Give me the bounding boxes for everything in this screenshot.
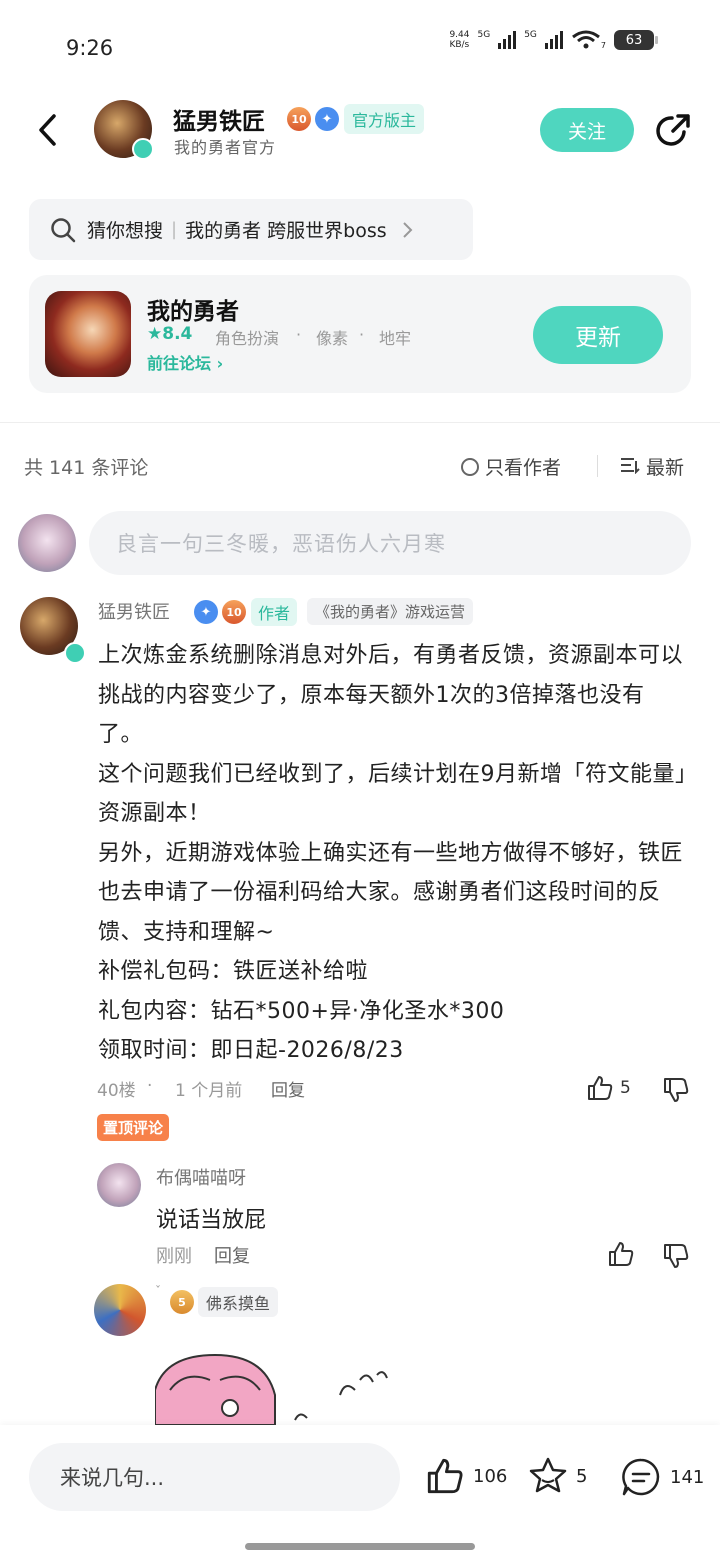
back-arrow-icon[interactable] <box>34 112 64 148</box>
network-speed: 9.44 KB/s <box>449 30 469 50</box>
signal-icon <box>498 31 517 49</box>
search-icon <box>51 217 76 242</box>
comment-input[interactable]: 良言一句三冬暖，恶语伤人六月寒 <box>89 511 691 575</box>
author-only-label: 只看作者 <box>485 457 562 479</box>
level-number: 10 <box>291 112 307 126</box>
status-time: 9:26 <box>66 36 114 60</box>
like-action[interactable]: 106 <box>425 1456 507 1496</box>
author-only-toggle[interactable]: 只看作者 <box>461 453 561 480</box>
medal-icon: ˇ <box>155 1284 161 1298</box>
wifi-icon <box>571 30 600 49</box>
meta-dot: · <box>147 1076 153 1096</box>
net-speed-unit: KB/s <box>449 40 470 50</box>
verified-icon <box>64 642 86 664</box>
reply2-avatar-frame[interactable] <box>94 1284 146 1336</box>
comment-bubble-icon <box>622 1458 660 1496</box>
my-avatar <box>18 514 76 572</box>
verified-icon <box>132 138 154 160</box>
sort-icon <box>621 458 640 475</box>
role-tag: 官方版主 <box>344 104 425 134</box>
section-divider <box>0 422 720 423</box>
star-icon <box>529 1457 567 1493</box>
floor-number: 40楼 <box>97 1081 136 1101</box>
total-favorites: 5 <box>576 1465 588 1487</box>
search-hint: 猜你想搜 <box>87 220 164 242</box>
search-suggestion-bar[interactable]: 猜你想搜 | 我的勇者 跨服世界boss <box>29 199 473 260</box>
battery-icon: 63 <box>614 30 658 50</box>
reply-avatar[interactable] <box>97 1163 141 1207</box>
genre-tag: 像素 <box>316 329 349 348</box>
level-badge-icon: 5 <box>170 1290 194 1314</box>
like-count: 5 <box>620 1078 631 1098</box>
update-button[interactable]: 更新 <box>533 306 663 364</box>
reply2-tag: 佛系摸鱼 <box>198 1287 279 1317</box>
status-indicators: 9.44 KB/s 5G 5G 7 63 <box>449 30 658 50</box>
battery-level: 63 <box>625 32 643 48</box>
level-badge-icon: 10 <box>287 107 311 131</box>
thumbs-up-icon[interactable] <box>607 1240 635 1268</box>
thumbs-up-icon[interactable] <box>586 1074 614 1102</box>
pinned-badge: 置顶评论 <box>97 1114 170 1141</box>
follow-button[interactable]: 关注 <box>540 108 634 152</box>
radio-circle-icon <box>461 457 479 476</box>
game-title: 我的勇者 <box>147 299 239 325</box>
rating-value: 8.4 <box>162 324 193 344</box>
comment-time: 1 个月前 <box>175 1081 243 1101</box>
total-likes: 106 <box>473 1465 508 1487</box>
share-icon[interactable] <box>654 112 692 150</box>
reply-button[interactable]: 回复 <box>271 1076 305 1101</box>
genre-tag: 地牢 <box>379 329 412 348</box>
comment-body: 上次炼金系统删除消息对外后，有勇者反馈，资源副本可以挑战的内容变少了，原本每天额… <box>98 643 687 1063</box>
author-subtitle: 我的勇者官方 <box>174 138 277 157</box>
official-badge-icon: ✦ <box>194 600 218 624</box>
sort-label: 最新 <box>646 457 685 479</box>
level-number: 10 <box>226 605 242 619</box>
chevron-right-icon <box>402 221 413 238</box>
signal1-label: 5G <box>477 30 491 40</box>
filter-separator <box>597 455 598 477</box>
sticker-image <box>155 1353 388 1425</box>
level-number: 5 <box>178 1295 186 1309</box>
commenter-name[interactable]: 猛男铁匠 <box>98 598 170 624</box>
thumbs-down-icon[interactable] <box>662 1076 690 1104</box>
bottom-comment-input[interactable]: 来说几句... <box>29 1443 400 1511</box>
signal2-icon <box>544 31 563 49</box>
forum-link-label: 前往论坛 <box>147 354 212 373</box>
search-divider: | <box>171 219 178 240</box>
comment-count: 共 141 条评论 <box>24 457 149 479</box>
search-query: 我的勇者 跨服世界boss <box>185 220 387 242</box>
signal2-label: 5G <box>524 30 537 40</box>
net-speed-value: 9.44 <box>449 30 470 40</box>
game-icon[interactable] <box>45 291 131 377</box>
author-tag: 作者 <box>251 598 298 626</box>
reply-time: 刚刚 <box>156 1246 192 1267</box>
commenter-role-tag: 《我的勇者》游戏运营 <box>307 598 474 625</box>
genre-tag: 角色扮演 <box>215 329 280 348</box>
official-badge-icon: ✦ <box>315 107 339 131</box>
home-indicator <box>245 1543 475 1550</box>
comment-action[interactable]: 141 <box>620 1456 704 1498</box>
reply-author[interactable]: 布偶喵喵呀 <box>156 1164 246 1190</box>
sort-toggle[interactable]: 最新 <box>620 453 684 480</box>
wifi-number: 7 <box>600 41 606 50</box>
reply-reply-button[interactable]: 回复 <box>214 1242 250 1268</box>
level-badge-icon: 10 <box>222 600 246 624</box>
game-rating: ★8.4 <box>147 324 193 344</box>
thumbs-down-icon[interactable] <box>662 1242 690 1270</box>
total-comments: 141 <box>670 1466 705 1488</box>
forum-link[interactable]: 前往论坛 › <box>147 350 223 374</box>
reply-body: 说话当放屁 <box>156 1208 267 1233</box>
favorite-action[interactable]: 5 <box>528 1456 587 1496</box>
thumbs-up-icon <box>427 1458 463 1494</box>
author-name[interactable]: 猛男铁匠 <box>173 102 265 136</box>
